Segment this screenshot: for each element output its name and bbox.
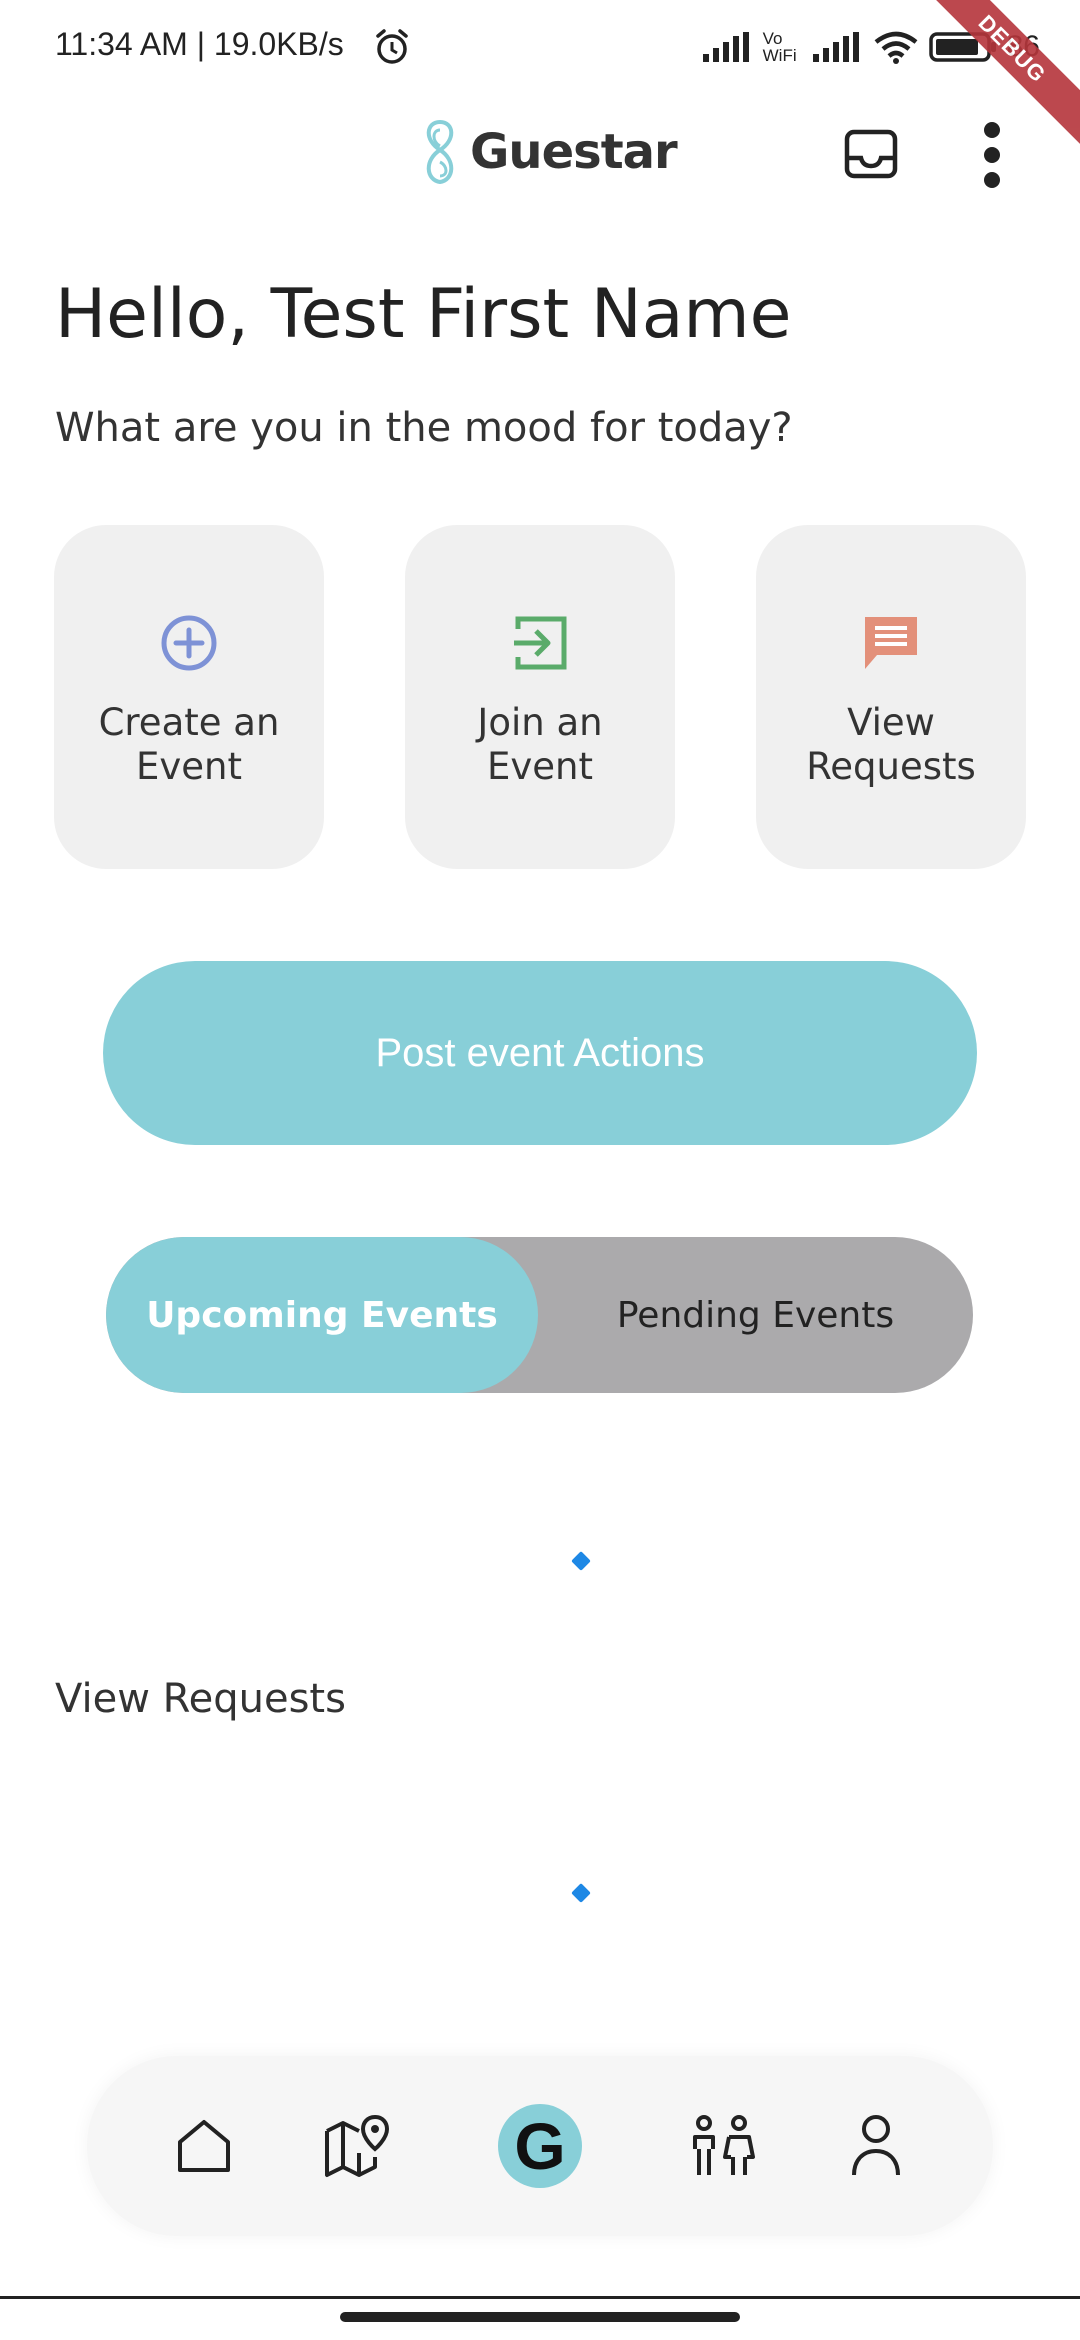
tab-upcoming-events[interactable]: Upcoming Events [106, 1237, 538, 1393]
map-pin-icon [325, 2114, 390, 2177]
nav-map[interactable] [303, 2056, 413, 2236]
create-event-card[interactable]: Create an Event [54, 525, 324, 869]
nav-profile[interactable] [821, 2056, 931, 2236]
events-tab-switcher: Upcoming Events Pending Events [106, 1237, 973, 1393]
chat-icon [865, 617, 917, 669]
view-requests-card[interactable]: View Requests [756, 525, 1026, 869]
view-requests-label: View Requests [806, 701, 976, 788]
guestar-g-icon: G [498, 2104, 582, 2188]
signal-icon-2 [812, 32, 859, 62]
wifi-icon [874, 31, 918, 64]
guestar-logo-icon [426, 119, 454, 185]
greeting-title: Hello, Test First Name [55, 275, 792, 354]
app-bar: Guestar [0, 96, 1080, 206]
divider [0, 2296, 1080, 2299]
post-event-actions-button[interactable]: Post event Actions [103, 961, 977, 1145]
home-icon [178, 2120, 230, 2172]
people-icon [693, 2115, 755, 2175]
create-event-label: Create an Event [98, 701, 280, 788]
bottom-nav: G [87, 2056, 993, 2236]
view-requests-heading: View Requests [55, 1676, 346, 1722]
greeting-subtitle: What are you in the mood for today? [55, 405, 793, 451]
status-time: 11:34 AM | 19.0KB/s [55, 26, 344, 62]
loading-indicator [571, 1551, 591, 1571]
profile-icon [852, 2115, 900, 2176]
loading-indicator [571, 1883, 591, 1903]
inbox-icon[interactable] [843, 126, 899, 182]
tab-pending-events[interactable]: Pending Events [538, 1237, 973, 1393]
signal-icon [702, 32, 749, 62]
login-icon [514, 616, 567, 670]
logo-text: Guestar [470, 124, 678, 180]
nav-home[interactable] [149, 2056, 259, 2236]
more-vert-icon[interactable] [975, 120, 1009, 190]
add-circle-icon [161, 615, 217, 671]
app-logo: Guestar [416, 116, 678, 188]
join-event-label: Join an Event [477, 701, 603, 788]
alarm-icon [376, 29, 408, 64]
status-bar: 11:34 AM | 19.0KB/s Vo WiFi 86 D [0, 0, 1080, 155]
join-event-card[interactable]: Join an Event [405, 525, 675, 869]
nav-people[interactable] [667, 2056, 777, 2236]
home-indicator[interactable] [340, 2312, 740, 2322]
vowifi-label: Vo WiFi [762, 29, 797, 65]
nav-guestar[interactable]: G [485, 2056, 595, 2236]
